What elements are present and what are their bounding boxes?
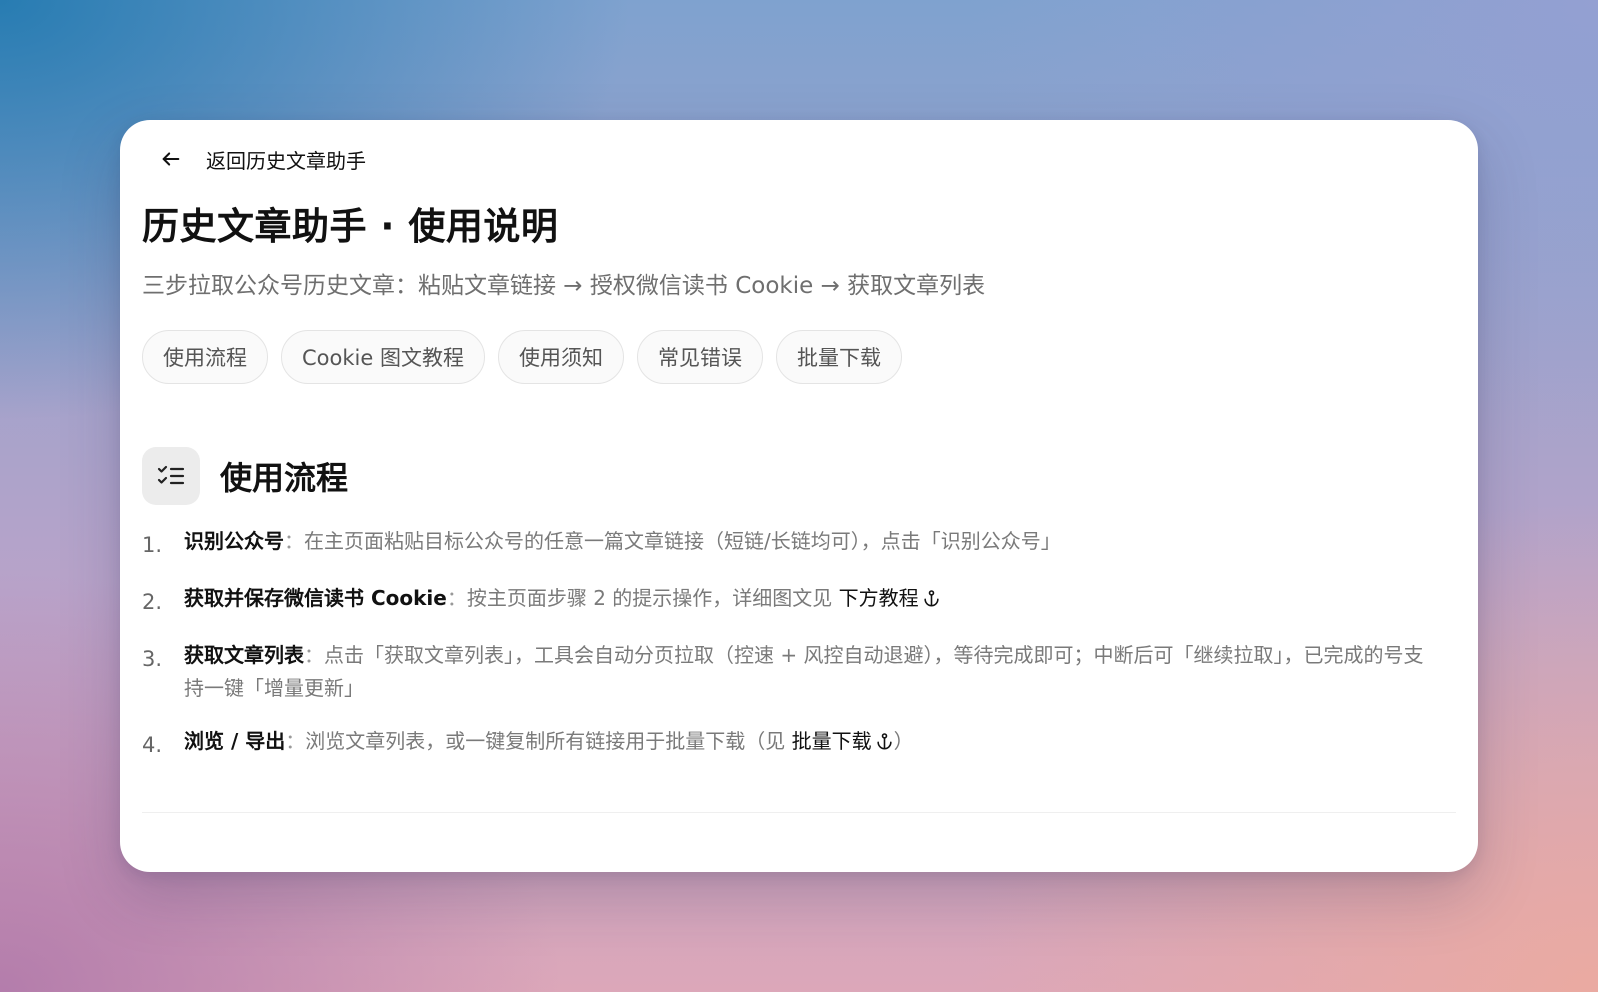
step-tail: ） (893, 729, 914, 753)
step-separator: ： (446, 586, 467, 610)
page-title: 历史文章助手 · 使用说明 (142, 205, 559, 248)
step-text: 点击「获取文章列表」，工具会自动分页拉取（控速 + 风控自动退避），等待完成即可… (184, 643, 1424, 700)
list-item: 4. 浏览 / 导出：浏览文章列表，或一键复制所有链接用于批量下载（见 批量下载… (142, 725, 1432, 762)
help-card: 返回历史文章助手 历史文章助手 · 使用说明 三步拉取公众号历史文章：粘贴文章链… (120, 120, 1478, 872)
section-nav: 使用流程 Cookie 图文教程 使用须知 常见错误 批量下载 (142, 330, 902, 384)
list-item: 1. 识别公众号：在主页面粘贴目标公众号的任意一篇文章链接（短链/长链均可），点… (142, 525, 1432, 562)
arrow-left-icon (162, 152, 180, 166)
step-body: 获取并保存微信读书 Cookie：按主页面步骤 2 的提示操作，详细图文见 下方… (184, 582, 1432, 615)
step-separator: ： (304, 643, 324, 667)
anchor-icon (924, 590, 939, 607)
chip-cookie-tutorial[interactable]: Cookie 图文教程 (281, 330, 485, 384)
chip-common-errors[interactable]: 常见错误 (636, 330, 763, 384)
list-item: 3. 获取文章列表：点击「获取文章列表」，工具会自动分页拉取（控速 + 风控自动… (142, 639, 1432, 705)
step-separator: ： (285, 729, 306, 753)
step-text: 浏览文章列表，或一键复制所有链接用于批量下载（见 (305, 729, 792, 753)
step-heading: 浏览 / 导出 (184, 729, 286, 753)
batch-download-link[interactable]: 批量下载 (792, 729, 894, 753)
chip-batch-download[interactable]: 批量下载 (775, 330, 902, 384)
step-number: 4. (142, 733, 163, 757)
step-heading: 识别公众号 (184, 529, 284, 553)
batch-download-link-label: 批量下载 (791, 729, 872, 753)
step-text: 在主页面粘贴目标公众号的任意一篇文章链接（短链/长链均可），点击「识别公众号」 (304, 529, 1061, 553)
tutorial-link-label: 下方教程 (838, 586, 919, 610)
step-text: 按主页面步骤 2 的提示操作，详细图文见 (466, 586, 839, 610)
checklist-icon (142, 447, 200, 505)
chip-usage-notes[interactable]: 使用须知 (497, 330, 624, 384)
back-link-label: 返回历史文章助手 (206, 148, 366, 173)
tutorial-link[interactable]: 下方教程 (839, 586, 941, 610)
step-heading: 获取并保存微信读书 Cookie (184, 586, 447, 610)
step-number: 1. (142, 533, 163, 557)
chip-usage-flow[interactable]: 使用流程 (142, 330, 268, 384)
step-body: 浏览 / 导出：浏览文章列表，或一键复制所有链接用于批量下载（见 批量下载 ） (184, 725, 1432, 758)
step-number: 3. (142, 647, 163, 671)
steps-list: 1. 识别公众号：在主页面粘贴目标公众号的任意一篇文章链接（短链/长链均可），点… (142, 525, 1432, 782)
step-number: 2. (142, 590, 163, 614)
back-link[interactable]: 返回历史文章助手 (160, 142, 366, 176)
divider (142, 812, 1456, 813)
step-body: 识别公众号：在主页面粘贴目标公众号的任意一篇文章链接（短链/长链均可），点击「识… (184, 525, 1432, 558)
step-separator: ： (284, 529, 304, 553)
step-heading: 获取文章列表 (184, 643, 304, 667)
step-body: 获取文章列表：点击「获取文章列表」，工具会自动分页拉取（控速 + 风控自动退避）… (184, 639, 1432, 705)
page-subtitle: 三步拉取公众号历史文章：粘贴文章链接 → 授权微信读书 Cookie → 获取文… (142, 273, 986, 299)
anchor-icon (876, 733, 892, 750)
section-title: 使用流程 (220, 459, 349, 497)
list-item: 2. 获取并保存微信读书 Cookie：按主页面步骤 2 的提示操作，详细图文见… (142, 582, 1432, 619)
section-header: 使用流程 (142, 447, 348, 505)
